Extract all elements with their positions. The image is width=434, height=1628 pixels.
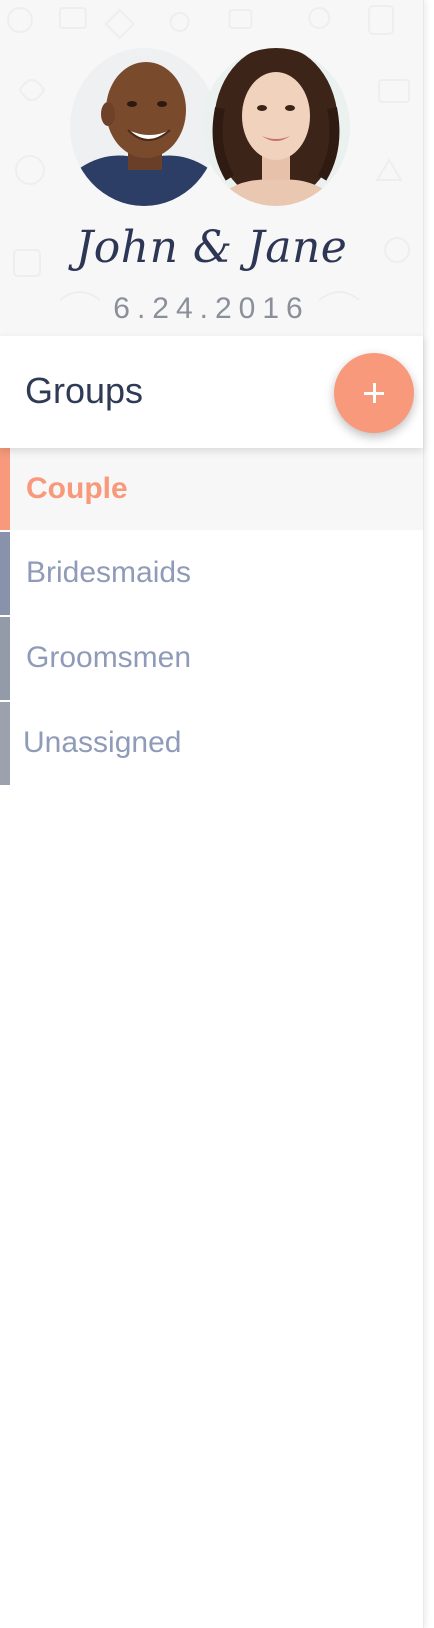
group-color-bar [0,702,10,785]
group-item-couple[interactable]: Couple [0,448,423,532]
group-color-bar [0,617,10,700]
group-color-bar [0,532,10,615]
navigation-drawer: John & Jane 6.24.2016 Groups Couple Brid… [0,0,424,1628]
group-label: Couple [26,472,128,505]
groups-header: Groups [0,336,423,448]
group-label: Groomsmen [26,641,192,674]
group-item-unassigned[interactable]: Unassigned [0,702,423,787]
group-list: Couple Bridesmaids Groomsmen Unassigned [0,448,423,787]
group-item-bridesmaids[interactable]: Bridesmaids [0,532,423,617]
group-label: Bridesmaids [26,556,192,589]
groups-title: Groups [25,370,144,411]
groom-avatar [70,48,218,206]
group-item-groomsmen[interactable]: Groomsmen [0,617,423,702]
group-label: Unassigned [23,726,182,759]
drawer-header: John & Jane 6.24.2016 [0,0,423,336]
couple-avatars [70,48,360,208]
add-group-button[interactable] [334,353,414,433]
bride-avatar [202,48,350,206]
couple-names: John & Jane [75,222,348,273]
group-color-bar [0,448,10,530]
wedding-date: 6.24.2016 [113,292,310,325]
